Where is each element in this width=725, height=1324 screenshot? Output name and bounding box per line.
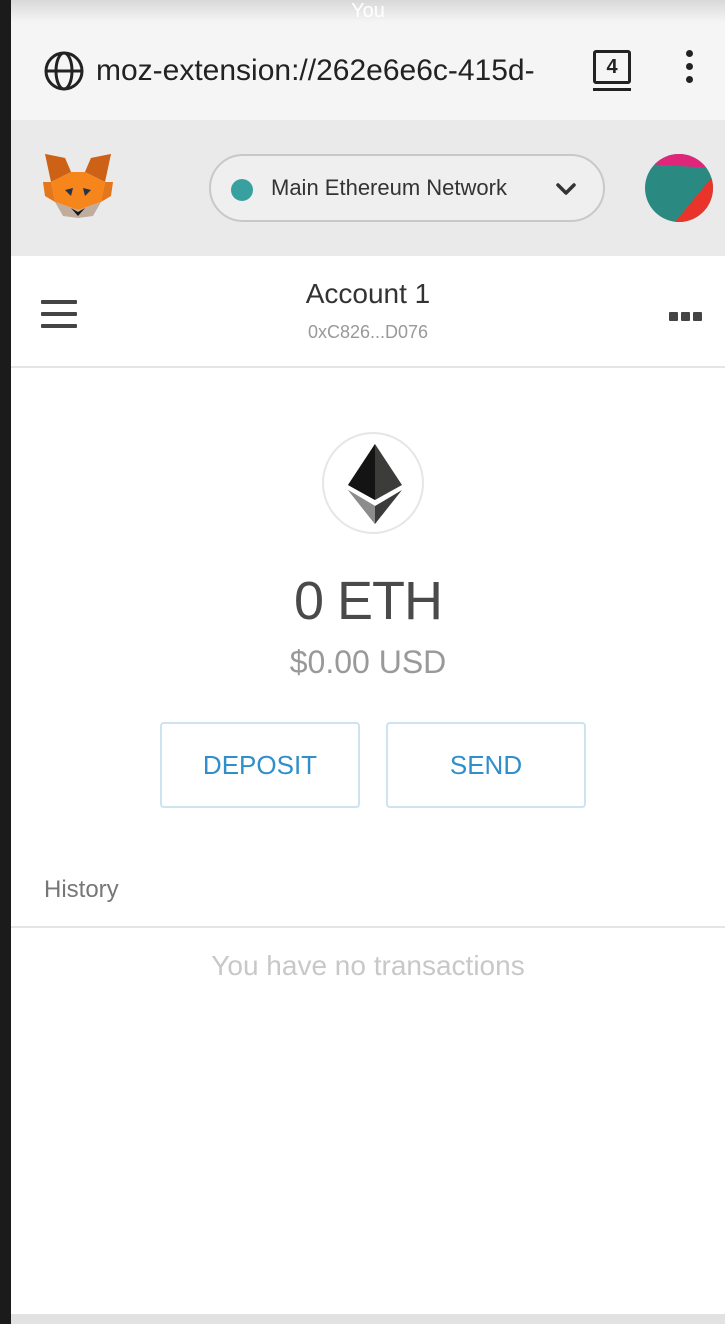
account-bar: Account 1 0xC826...D076 — [11, 256, 725, 368]
send-button[interactable]: SEND — [386, 722, 586, 808]
more-options-icon[interactable] — [669, 308, 705, 321]
account-address[interactable]: 0xC826...D076 — [11, 322, 725, 343]
tab-count-button[interactable]: 4 — [593, 50, 631, 84]
bottom-edge — [11, 1314, 725, 1324]
deposit-button[interactable]: DEPOSIT — [160, 722, 360, 808]
network-selector[interactable]: Main Ethereum Network — [209, 154, 605, 222]
status-bar: You — [11, 0, 725, 22]
usd-balance: $0.00 USD — [289, 644, 447, 680]
token-icon-circle — [322, 432, 424, 534]
globe-icon[interactable] — [43, 50, 85, 92]
account-name[interactable]: Account 1 — [11, 278, 725, 310]
browser-toolbar: moz-extension://262e6e6c-415d- 4 — [11, 22, 725, 120]
metamask-header: Main Ethereum Network — [11, 120, 725, 256]
eth-balance: 0 ETH — [293, 571, 443, 631]
ethereum-logo-icon — [348, 444, 402, 524]
account-identicon[interactable] — [645, 154, 713, 222]
empty-transactions-message: You have no transactions — [211, 950, 525, 981]
history-divider — [11, 926, 725, 928]
app-frame: You moz-extension://262e6e6c-415d- 4 Mai… — [0, 0, 725, 1324]
network-status-dot — [231, 179, 253, 201]
url-fade — [531, 50, 591, 92]
status-text: You — [351, 0, 385, 22]
url-field[interactable]: moz-extension://262e6e6c-415d- — [96, 50, 586, 92]
tab-count-underline — [593, 88, 631, 91]
metamask-fox-logo[interactable] — [41, 152, 115, 220]
history-heading: History — [44, 876, 119, 903]
network-label: Main Ethereum Network — [271, 175, 507, 200]
chevron-down-icon — [556, 183, 576, 195]
screen-edge — [0, 0, 11, 1324]
kebab-menu-icon[interactable] — [683, 50, 695, 90]
